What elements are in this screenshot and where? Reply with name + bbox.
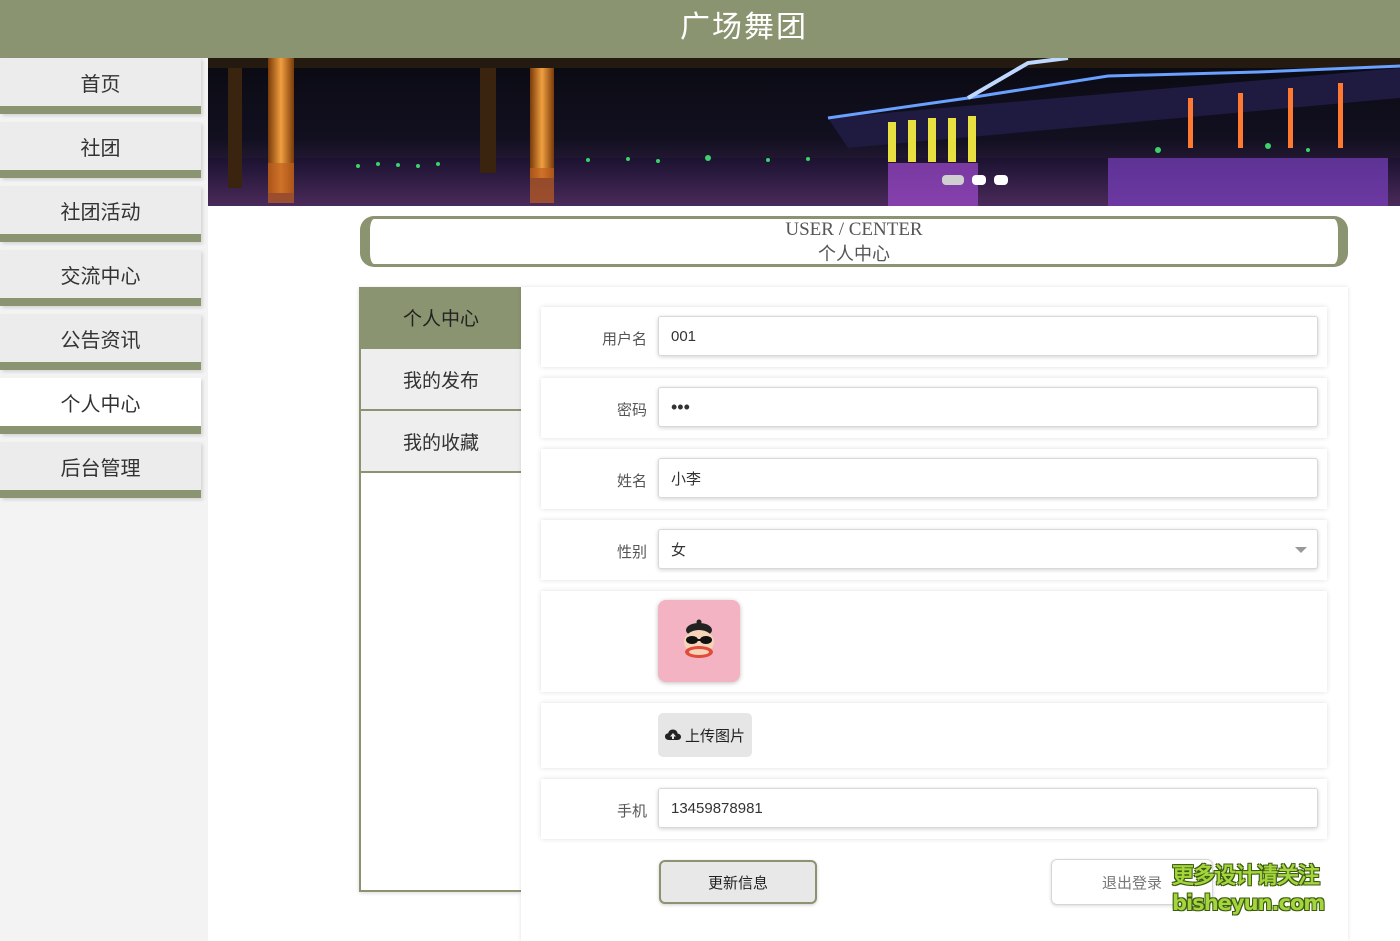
carousel-dot-3[interactable] <box>994 175 1008 185</box>
avatar <box>658 600 740 682</box>
cloud-upload-icon <box>664 729 681 740</box>
submenu-item-my-favorites[interactable]: 我的收藏 <box>361 411 521 473</box>
name-label: 姓名 <box>616 472 647 490</box>
submenu-item-profile[interactable]: 个人中心 <box>361 287 521 349</box>
upload-image-button[interactable]: 上传图片 <box>658 713 752 757</box>
sidebar: 首页 社团 社团活动 交流中心 公告资讯 个人中心 后台管理 <box>0 58 208 941</box>
form-row-upload: 上传图片 <box>541 703 1327 768</box>
section-title-cn: 个人中心 <box>818 244 890 264</box>
name-input[interactable]: 小李 <box>658 458 1318 498</box>
sidebar-item-home[interactable]: 首页 <box>0 58 201 114</box>
section-title-en: USER / CENTER <box>785 219 923 240</box>
phone-label: 手机 <box>616 802 647 820</box>
carousel-dot-1[interactable] <box>942 175 964 185</box>
banner-image <box>208 58 1400 206</box>
username-label: 用户名 <box>601 330 647 348</box>
gender-select-value: 女 <box>671 541 687 559</box>
monkey-avatar-icon <box>684 619 714 658</box>
site-title: 广场舞团 <box>680 10 808 45</box>
upload-image-label: 上传图片 <box>684 726 745 745</box>
sidebar-item-club-activities[interactable]: 社团活动 <box>0 186 201 242</box>
form-row-username: 用户名 001 <box>541 307 1327 367</box>
gender-select[interactable]: 女 <box>658 529 1318 569</box>
password-label: 密码 <box>616 401 647 419</box>
username-input[interactable]: 001 <box>658 316 1318 356</box>
sidebar-item-forum[interactable]: 交流中心 <box>0 250 201 306</box>
section-title: USER / CENTER 个人中心 <box>360 216 1348 267</box>
watermark: 更多设计请关注 bisheyun.com <box>1172 864 1332 916</box>
sidebar-item-user-center[interactable]: 个人中心 <box>0 378 201 434</box>
header-bar: 广场舞团 <box>0 0 1400 58</box>
carousel-indicators <box>942 175 1008 185</box>
carousel-dot-2[interactable] <box>972 175 986 185</box>
sidebar-item-admin[interactable]: 后台管理 <box>0 442 201 498</box>
update-info-button[interactable]: 更新信息 <box>659 860 817 904</box>
password-input[interactable]: ••• <box>658 387 1318 427</box>
submenu-item-my-posts[interactable]: 我的发布 <box>361 349 521 411</box>
chevron-down-icon <box>1295 547 1307 553</box>
profile-form: 用户名 001 密码 ••• 姓名 小李 性别 女 上传图片 手机 134598… <box>521 287 1348 941</box>
form-row-gender: 性别 女 <box>541 520 1327 580</box>
gender-label: 性别 <box>616 543 647 561</box>
banner-carousel[interactable] <box>208 58 1400 206</box>
watermark-line1: 更多设计请关注 <box>1172 864 1320 889</box>
phone-input[interactable]: 13459878981 <box>658 788 1318 828</box>
watermark-line2: bisheyun.com <box>1172 891 1325 915</box>
form-row-avatar <box>541 591 1327 692</box>
user-center-menu: 个人中心 我的发布 我的收藏 <box>359 287 521 892</box>
sidebar-item-club[interactable]: 社团 <box>0 122 201 178</box>
form-row-name: 姓名 小李 <box>541 449 1327 509</box>
form-row-password: 密码 ••• <box>541 378 1327 438</box>
form-row-phone: 手机 13459878981 <box>541 779 1327 839</box>
sidebar-item-news[interactable]: 公告资讯 <box>0 314 201 370</box>
